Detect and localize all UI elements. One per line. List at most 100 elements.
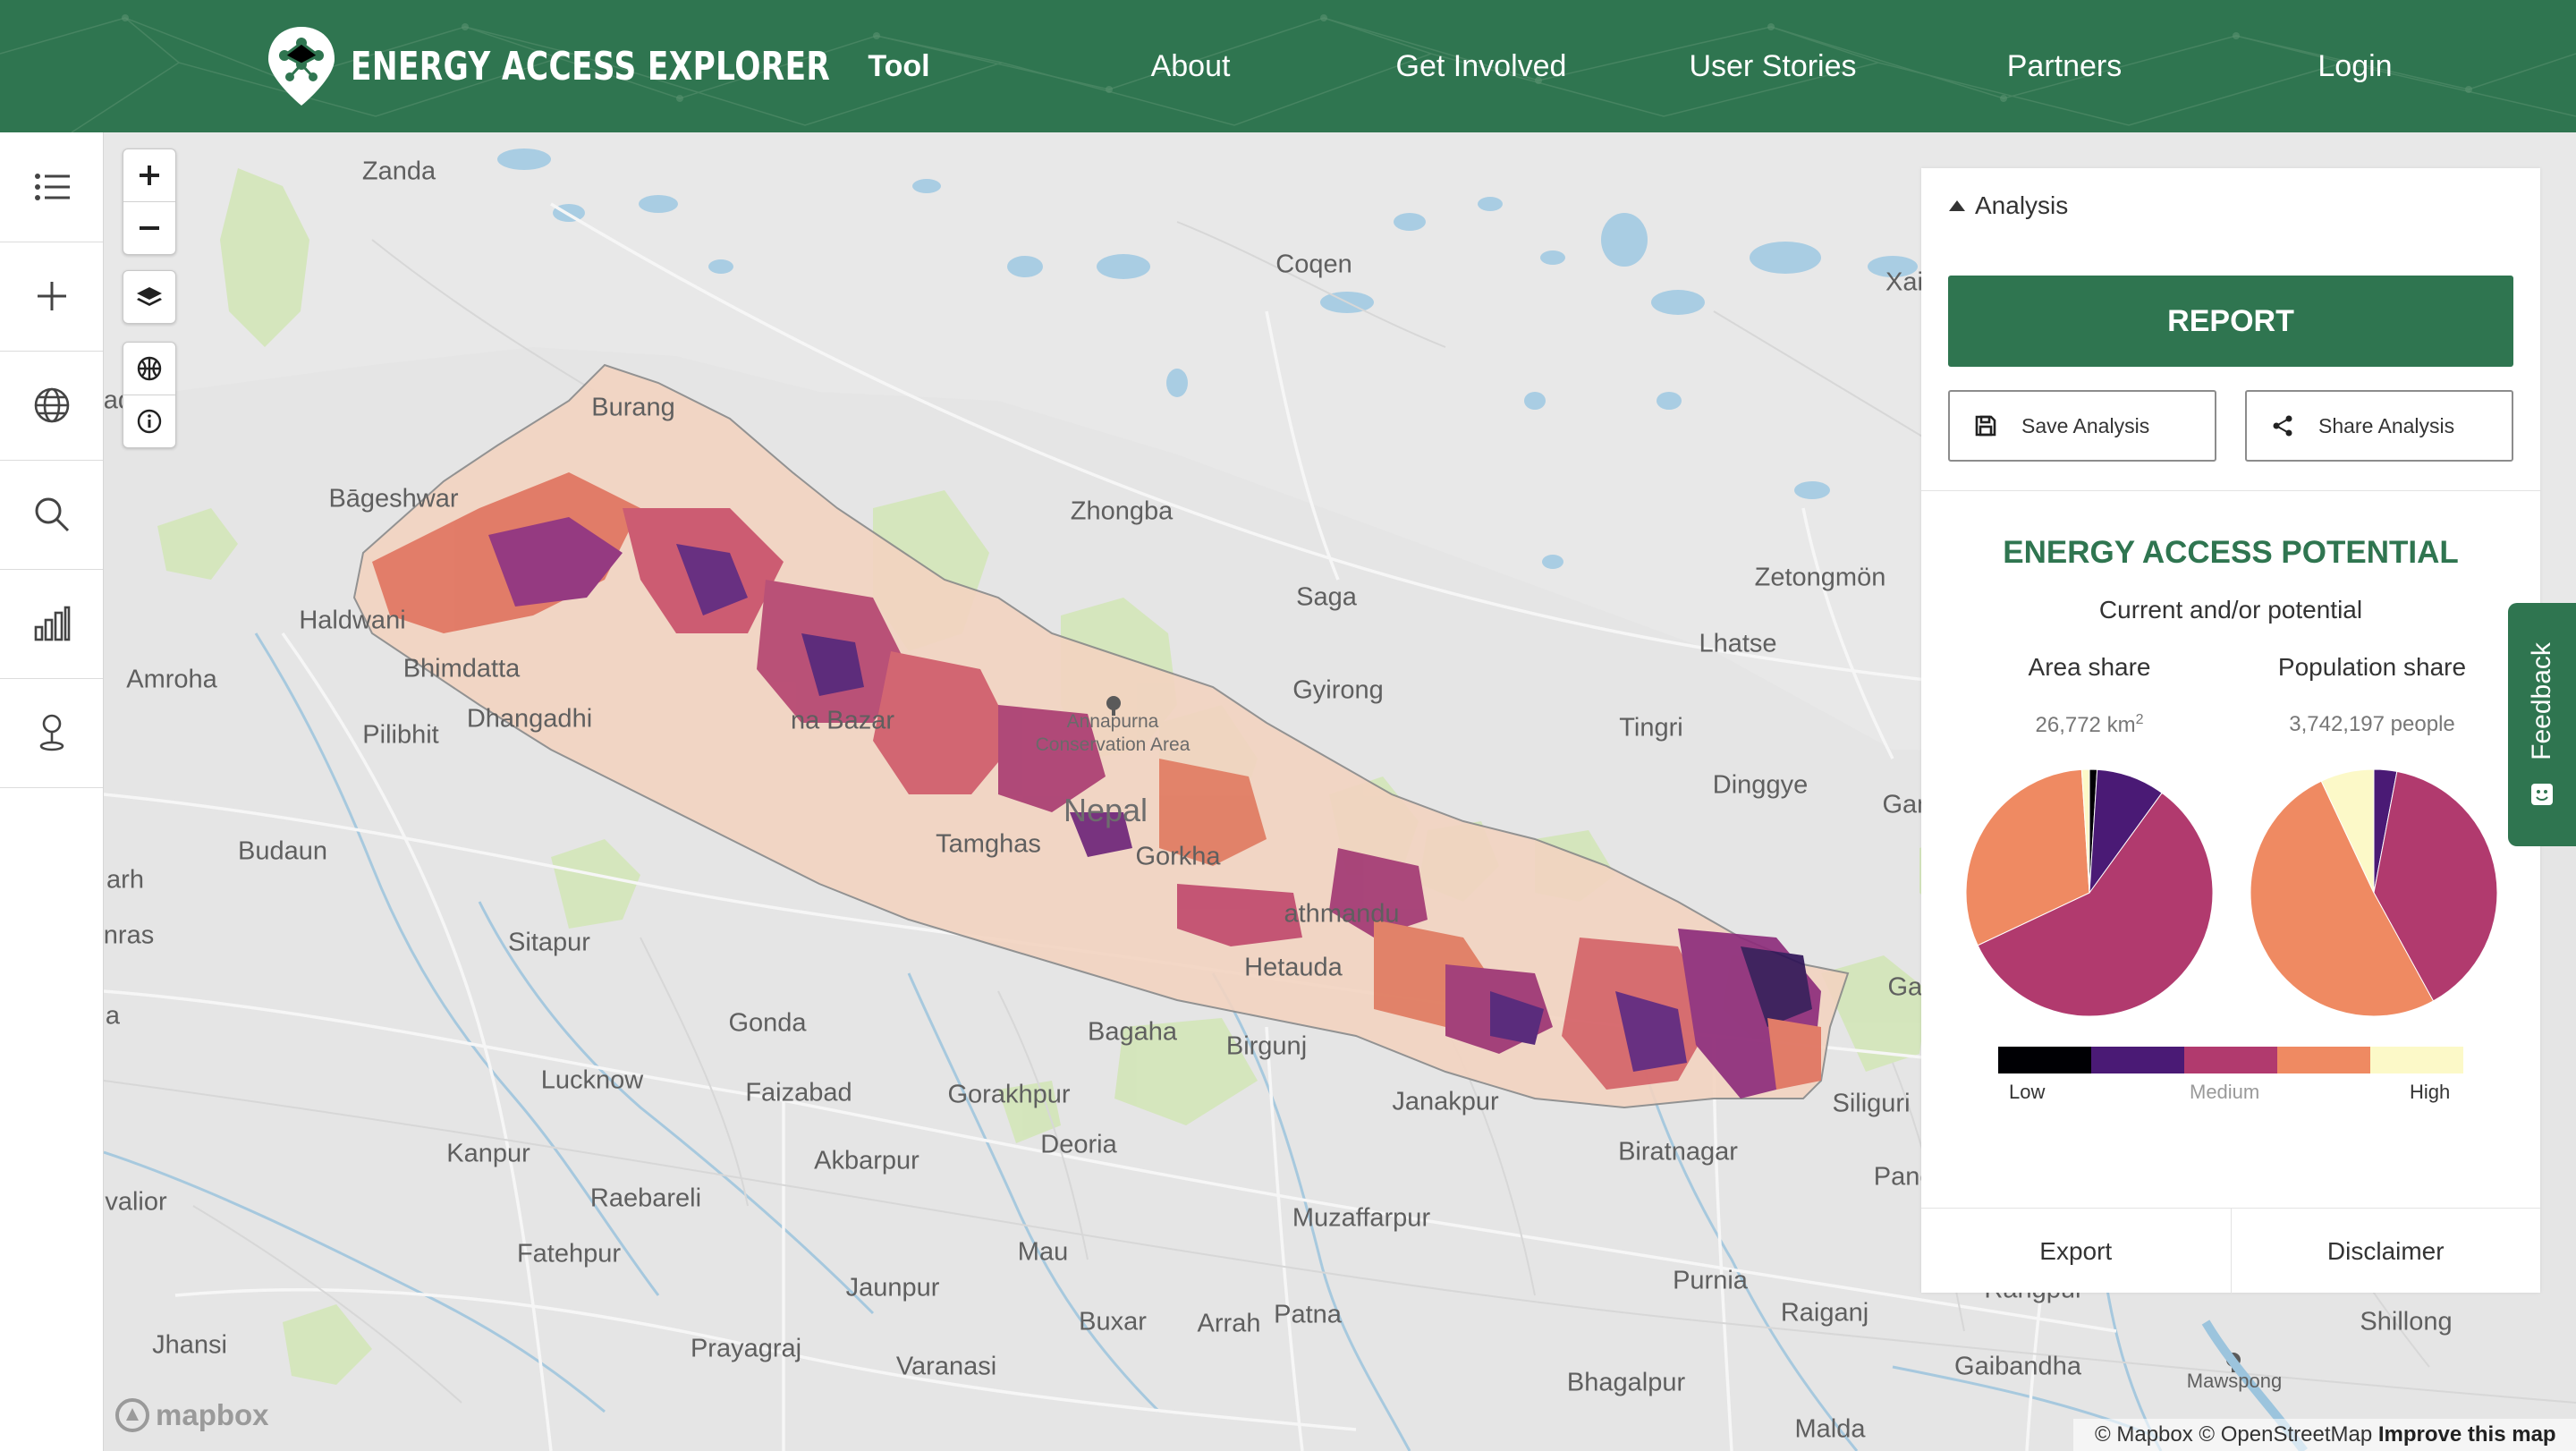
layers-control (123, 270, 176, 324)
place-label: Xai (1885, 267, 1923, 297)
park-label: Annapurna Conservation Area (1035, 711, 1191, 755)
place-label: nras (104, 921, 155, 950)
sidebar-item-geography[interactable] (0, 351, 103, 461)
info-icon (137, 409, 162, 434)
sidebar-item-add[interactable] (0, 242, 103, 352)
disclaimer-button[interactable]: Disclaimer (2230, 1209, 2541, 1294)
place-label: Gorakhpur (947, 1080, 1071, 1109)
attribution-osm-link[interactable]: © OpenStreetMap (2199, 1422, 2372, 1447)
nav-user-stories[interactable]: User Stories (1689, 45, 1856, 88)
place-label: Biratnagar (1618, 1137, 1738, 1167)
draw-area-button[interactable] (123, 343, 175, 395)
legend-swatch (2370, 1047, 2463, 1073)
plus-icon (37, 282, 66, 310)
layers-button[interactable] (123, 271, 175, 323)
place-label: a (105, 1001, 121, 1031)
place-label: Amroha (126, 665, 217, 694)
legend-high-label: High (2410, 1081, 2451, 1103)
place-label: Hetauda (1244, 953, 1343, 982)
place-label: Tingri (1619, 713, 1683, 742)
nav-get-involved[interactable]: Get Involved (1396, 45, 1567, 88)
export-button[interactable]: Export (1921, 1209, 2231, 1294)
improve-map-link[interactable]: Improve this map (2378, 1422, 2556, 1447)
place-label: Saga (1296, 582, 1357, 612)
share-analysis-label: Share Analysis (2318, 413, 2455, 437)
zoom-in-icon (140, 165, 159, 185)
caret-up-icon (1949, 200, 1965, 211)
place-label: Fatehpur (516, 1239, 622, 1269)
place-label: Zhongba (1070, 496, 1174, 526)
mapbox-logo-text: mapbox (156, 1398, 269, 1431)
analysis-panel-toggle[interactable]: Analysis (1948, 191, 2068, 220)
place-label: Bhagalpur (1566, 1368, 1686, 1397)
panel-divider (1921, 490, 2540, 491)
location-pin-icon (39, 714, 64, 751)
place-label: Jaunpur (845, 1273, 940, 1303)
potential-legend-bar (1998, 1047, 2463, 1073)
nav-about[interactable]: About (1151, 45, 1231, 88)
share-icon (2273, 415, 2292, 437)
panel-footer: Export Disclaimer (1921, 1208, 2540, 1294)
zoom-in-button[interactable] (123, 149, 175, 201)
analysis-panel-title: Analysis (1975, 191, 2069, 219)
country-label: Nepal (1063, 792, 1148, 828)
place-label: Gorkha (1135, 842, 1221, 871)
place-label: Siliguri (1832, 1089, 1911, 1118)
attribution-mapbox-link[interactable]: © Mapbox (2095, 1422, 2193, 1447)
brand-logo-link[interactable]: ENERGY ACCESS EXPLORER (265, 23, 965, 109)
save-icon (1975, 415, 1996, 437)
save-analysis-button[interactable]: Save Analysis (1948, 390, 2216, 462)
sidebar-item-search[interactable] (0, 460, 103, 570)
sidebar-item-datasets[interactable] (0, 132, 103, 242)
area-share-pie-chart (1965, 768, 2214, 1017)
legend-low-label: Low (2009, 1081, 2046, 1103)
area-share-number: 26,772 km (2035, 713, 2136, 737)
nav-tool[interactable]: Tool (868, 45, 929, 88)
legend-swatch (1998, 1047, 2091, 1073)
place-label: Purnia (1673, 1266, 1748, 1295)
place-label: Mau (1017, 1237, 1069, 1267)
place-label: Sitapur (508, 928, 590, 957)
place-label: Gyirong (1292, 675, 1384, 705)
place-label: Raebareli (589, 1184, 702, 1213)
place-label: Budaun (238, 836, 327, 866)
bar-chart-icon (34, 606, 70, 641)
place-label: Dinggye (1712, 770, 1809, 800)
nav-login[interactable]: Login (2318, 45, 2392, 88)
area-share-value: 26,772 km2 (1955, 712, 2224, 738)
sidebar-item-points[interactable] (0, 678, 103, 788)
place-label: na Bazar (790, 706, 895, 735)
feedback-tab[interactable]: Feedback (2508, 603, 2576, 846)
sidebar-item-analysis[interactable] (0, 569, 103, 679)
place-label: Gonda (728, 1008, 807, 1038)
place-label: Jhansi (152, 1330, 227, 1360)
population-share-pie-chart (2250, 768, 2498, 1017)
zoom-out-button[interactable] (123, 202, 175, 254)
place-label: Prayagraj (690, 1334, 802, 1363)
share-analysis-button[interactable]: Share Analysis (2245, 390, 2513, 462)
place-label: Buxar (1079, 1307, 1147, 1336)
place-label: Raiganj (1780, 1298, 1869, 1328)
nav-partners[interactable]: Partners (2007, 45, 2123, 88)
place-label: Bagaha (1088, 1017, 1177, 1047)
place-label: Burang (591, 393, 675, 422)
info-button[interactable] (123, 395, 175, 447)
save-analysis-label: Save Analysis (2021, 413, 2150, 437)
place-label: Akbarpur (814, 1146, 919, 1175)
place-label: Arrah (1197, 1309, 1261, 1338)
report-button[interactable]: REPORT (1948, 276, 2513, 367)
place-label: Malda (1794, 1414, 1866, 1444)
place-label: Zanda (361, 157, 436, 186)
place-label: Bhimdatta (402, 654, 521, 683)
place-label: Kanpur (446, 1139, 530, 1168)
legend-swatch (2277, 1047, 2370, 1073)
area-share-label: Area share (2028, 653, 2151, 681)
layers-icon (137, 287, 162, 306)
place-label: valior (105, 1187, 167, 1217)
mapbox-logo[interactable]: mapbox (114, 1397, 269, 1433)
mapbox-logo-icon (115, 1398, 149, 1432)
zoom-control (123, 148, 176, 255)
energy-access-potential-subtitle: Current and/or potential (2098, 596, 2363, 624)
analysis-panel: Analysis REPORT Save Analysis Share Anal… (1921, 168, 2540, 1294)
energy-access-potential-title: ENERGY ACCESS POTENTIAL (2003, 535, 2459, 570)
